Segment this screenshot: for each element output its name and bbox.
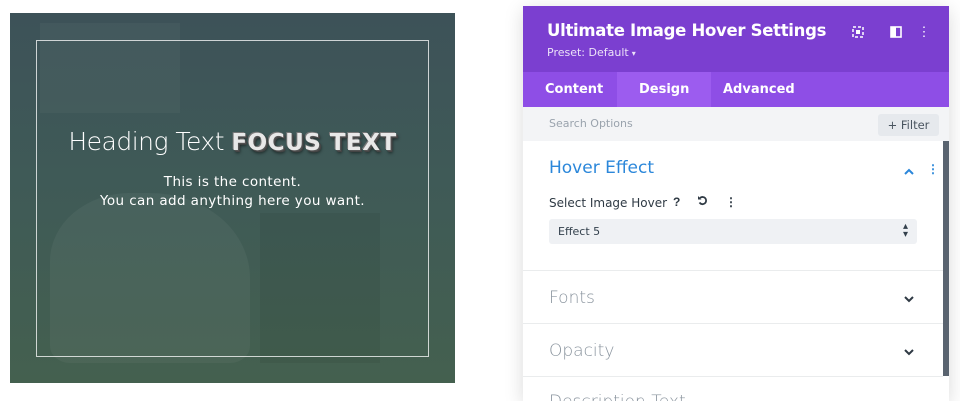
select-image-hover-label: Select Image Hover xyxy=(549,196,668,210)
caret-down-icon: ▾ xyxy=(631,49,636,58)
settings-panel: Ultimate Image Hover Settings Preset: De… xyxy=(523,6,949,401)
columns-icon[interactable] xyxy=(887,23,905,41)
search-input[interactable] xyxy=(549,117,849,130)
expand-icon[interactable] xyxy=(849,23,867,41)
section-title-fonts[interactable]: Fonts xyxy=(549,288,595,308)
preview-heading: Heading Text FOCUS TEXT xyxy=(10,127,455,157)
chevron-down-icon[interactable] xyxy=(901,345,917,359)
image-hover-preview[interactable]: Heading Text FOCUS TEXT This is the cont… xyxy=(10,13,455,383)
section-options-icon[interactable]: ⋮ xyxy=(927,162,939,176)
image-hover-selected-value: Effect 5 xyxy=(558,225,601,238)
chevron-up-icon[interactable] xyxy=(901,164,917,178)
content-line: You can add anything here you want. xyxy=(100,193,365,209)
heading-plain-text: Heading Text xyxy=(68,127,232,156)
panel-title: Ultimate Image Hover Settings xyxy=(547,21,827,40)
tab-design[interactable]: Design xyxy=(617,72,712,107)
scrollbar[interactable] xyxy=(943,141,949,376)
select-arrows-icon: ▴ ▾ xyxy=(902,221,908,240)
content-line: This is the content. xyxy=(163,174,302,190)
section-divider xyxy=(523,376,943,377)
preview-content: This is the content. You can add anythin… xyxy=(10,173,455,211)
filter-button[interactable]: + Filter xyxy=(878,114,939,136)
field-options-icon[interactable]: ⋮ xyxy=(725,195,737,209)
section-title-opacity[interactable]: Opacity xyxy=(549,341,614,361)
reset-icon[interactable] xyxy=(697,195,708,209)
panel-tabs: Content Design Advanced xyxy=(523,72,949,107)
image-hover-select[interactable]: Effect 5 ▴ ▾ xyxy=(549,219,917,244)
preset-label: Preset: Default xyxy=(547,46,629,59)
section-divider xyxy=(523,270,943,271)
panel-header: Ultimate Image Hover Settings Preset: De… xyxy=(523,6,949,72)
tab-content[interactable]: Content xyxy=(523,72,625,107)
section-title-hover-effect[interactable]: Hover Effect xyxy=(549,158,654,178)
more-vertical-icon[interactable]: ⋮ xyxy=(915,23,933,41)
search-bar: + Filter xyxy=(523,107,949,141)
preset-dropdown[interactable]: Preset: Default ▾ xyxy=(547,46,636,59)
tab-advanced[interactable]: Advanced xyxy=(701,72,817,107)
section-title-description-text[interactable]: Description Text xyxy=(549,392,686,401)
help-icon[interactable]: ? xyxy=(673,195,680,209)
chevron-down-icon[interactable] xyxy=(901,292,917,306)
section-divider xyxy=(523,323,943,324)
heading-focus-text: FOCUS TEXT xyxy=(231,130,397,156)
